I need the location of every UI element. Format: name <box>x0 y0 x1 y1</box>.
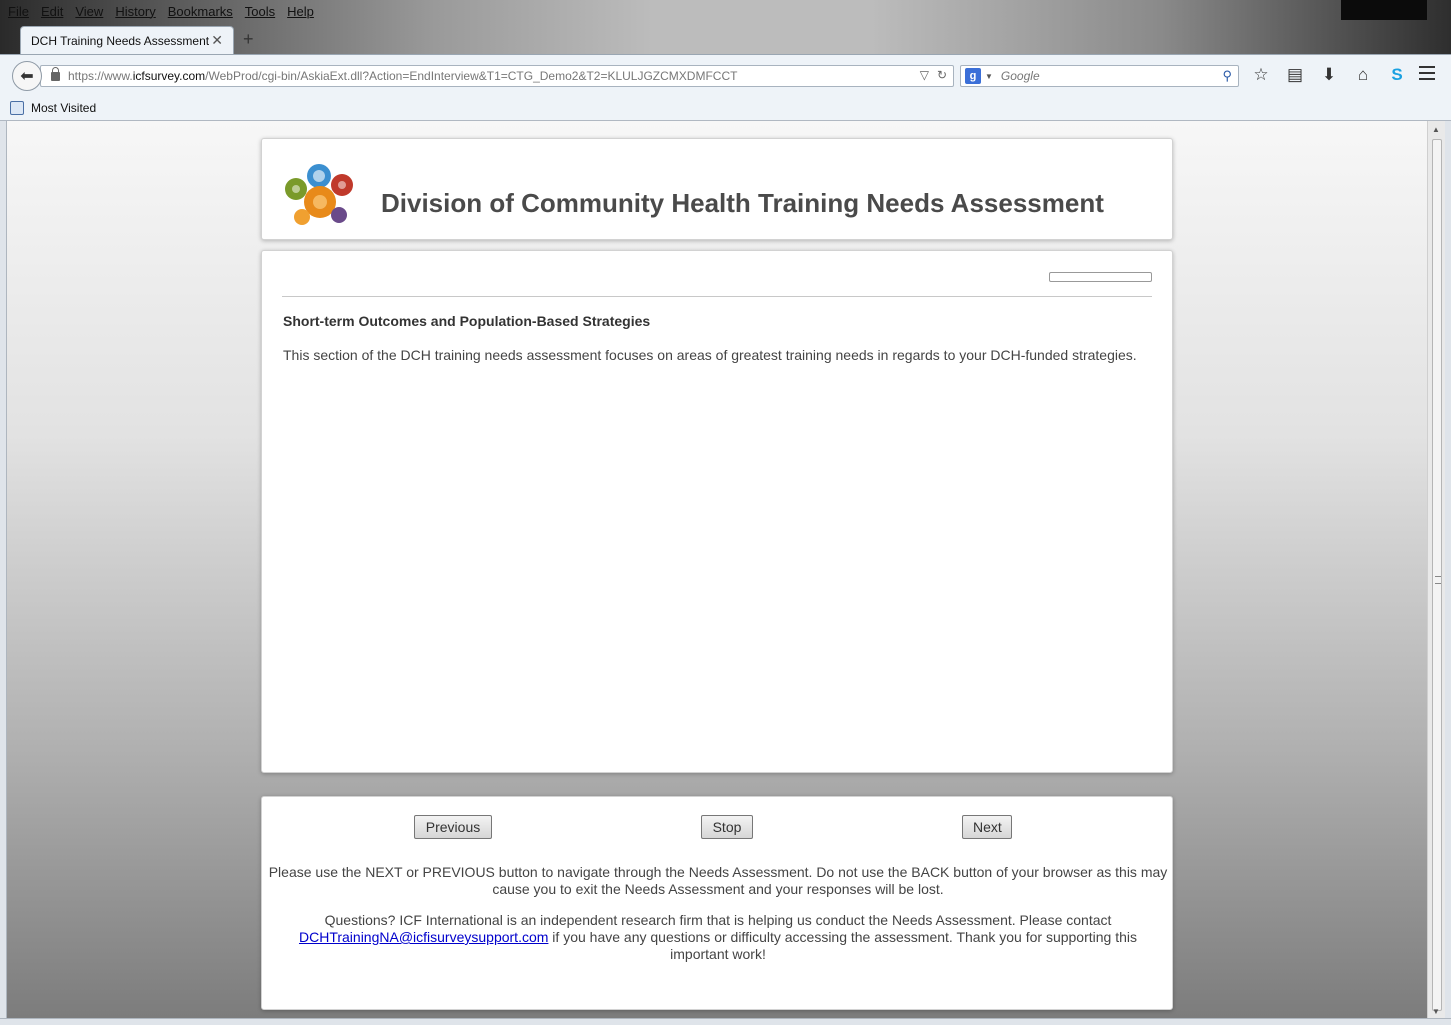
page-title: Division of Community Health Training Ne… <box>381 188 1104 218</box>
url-actions: ▽ ↻ <box>920 68 947 82</box>
search-bar[interactable]: g ▼ Google ⚲ <box>960 65 1239 87</box>
header-card: Division of Community Health Training Ne… <box>261 138 1173 240</box>
tab-dch-training[interactable]: DCH Training Needs Assessment ✕ <box>20 26 234 54</box>
scroll-thumb[interactable] <box>1432 139 1442 1011</box>
bookmark-most-visited[interactable]: Most Visited <box>31 101 96 115</box>
bookmark-folder-icon <box>10 101 24 115</box>
menu-bookmarks[interactable]: Bookmarks <box>168 4 233 19</box>
scroll-grip-icon <box>1435 576 1441 584</box>
url-prefix: https://www. <box>68 69 133 83</box>
back-button[interactable]: ⬅ <box>12 61 42 91</box>
window-controls[interactable] <box>1341 0 1427 20</box>
dropdown-arrow-icon[interactable]: ▽ <box>920 68 929 82</box>
menu-tools[interactable]: Tools <box>245 4 275 19</box>
previous-button[interactable]: Previous <box>414 815 492 839</box>
page-scrollbar[interactable]: ▲ ▼ <box>1427 121 1445 1018</box>
window-frame-left <box>0 121 7 1025</box>
home-icon[interactable]: ⌂ <box>1352 63 1374 87</box>
search-engine-dropdown-icon[interactable]: ▼ <box>985 72 993 81</box>
contact-note-intro: Questions? ICF International is an indep… <box>324 912 1112 928</box>
stop-button[interactable]: Stop <box>701 815 753 839</box>
menubar: File Edit View History Bookmarks Tools H… <box>0 0 326 22</box>
logo-gear-orange-hub <box>313 195 327 209</box>
scroll-up-icon[interactable]: ▲ <box>1432 125 1440 134</box>
content-card: Short-term Outcomes and Population-Based… <box>261 250 1173 773</box>
logo-gear-amber <box>294 209 310 225</box>
star-icon[interactable]: ☆ <box>1250 63 1272 87</box>
logo-gear-purple <box>331 207 347 223</box>
navigation-toolbar: https://www. icfsurvey.com/WebProd/cgi-bi… <box>0 54 1451 96</box>
window-frame-right <box>1445 121 1451 1025</box>
search-icon[interactable]: ⚲ <box>1222 68 1232 84</box>
logo-gear-green-hub <box>292 185 300 193</box>
divider <box>282 296 1152 297</box>
menu-file[interactable]: File <box>8 4 29 19</box>
close-tab-icon[interactable]: ✕ <box>211 32 223 49</box>
section-description: This section of the DCH training needs a… <box>283 347 1137 363</box>
reading-list-icon[interactable]: ▤ <box>1284 63 1306 87</box>
navigation-instructions: Please use the NEXT or PREVIOUS button t… <box>268 864 1168 897</box>
skype-icon[interactable]: S <box>1386 63 1408 87</box>
next-button[interactable]: Next <box>962 815 1012 839</box>
progress-bar <box>1049 272 1152 282</box>
contact-note-outro: if you have any questions or difficulty … <box>548 929 1138 962</box>
section-title: Short-term Outcomes and Population-Based… <box>283 313 651 329</box>
window-frame-bottom <box>0 1018 1451 1025</box>
lock-icon <box>51 66 60 81</box>
logo-gear-blue-hub <box>313 170 325 182</box>
url-bar[interactable]: https://www. icfsurvey.com/WebProd/cgi-bi… <box>40 65 954 87</box>
toolbar-icons: ☆ ▤ ⬇ ⌂ S <box>1250 63 1408 87</box>
new-tab-icon[interactable]: + <box>243 29 254 50</box>
google-icon[interactable]: g <box>965 68 981 84</box>
search-input[interactable]: Google <box>1001 69 1223 83</box>
back-arrow-icon: ⬅ <box>20 68 34 85</box>
support-email-link[interactable]: DCHTrainingNA@icfisurveysupport.com <box>299 929 548 945</box>
dch-logo-icon <box>285 164 353 225</box>
page-viewport: Division of Community Health Training Ne… <box>7 121 1427 1018</box>
reload-icon[interactable]: ↻ <box>937 68 947 82</box>
menu-edit[interactable]: Edit <box>41 4 63 19</box>
menu-help[interactable]: Help <box>287 4 314 19</box>
menu-history[interactable]: History <box>115 4 155 19</box>
contact-note: Questions? ICF International is an indep… <box>262 912 1174 963</box>
menu-view[interactable]: View <box>75 4 103 19</box>
footer-card: Previous Stop Next Please use the NEXT o… <box>261 796 1173 1010</box>
browser-titlebar: File Edit View History Bookmarks Tools H… <box>0 0 1451 54</box>
hamburger-menu-icon[interactable] <box>1419 66 1435 84</box>
download-icon[interactable]: ⬇ <box>1318 63 1340 87</box>
url-path: /WebProd/cgi-bin/AskiaExt.dll?Action=End… <box>205 69 738 83</box>
bookmarks-toolbar: Most Visited <box>0 96 1451 121</box>
logo-gear-red-hub <box>338 181 346 189</box>
scroll-down-icon[interactable]: ▼ <box>1432 1007 1440 1016</box>
url-domain: icfsurvey.com <box>132 69 206 83</box>
tab-title: DCH Training Needs Assessment <box>31 33 210 48</box>
